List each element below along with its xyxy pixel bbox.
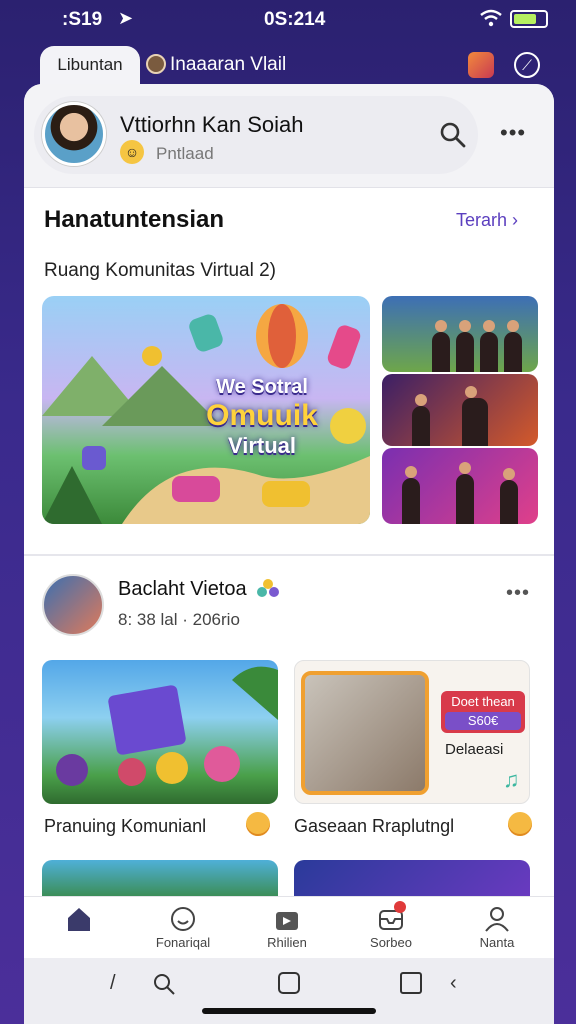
person-figure [504,320,522,372]
home-square-icon[interactable] [278,972,300,994]
back-chevron-icon[interactable]: ‹ [450,972,457,995]
profile-header: Vttiorhn Kan Soiah ☺ Pntlaad ••• [24,84,554,188]
price-badge: Doet thean S60€ [441,691,525,733]
emoji-face-icon[interactable] [246,812,270,836]
post-avatar[interactable] [42,574,104,636]
section-title: Hanatuntensian [44,206,225,233]
card-1-label: Pranuing Komunianl [44,816,207,836]
smile-emoji-icon: ☺ [120,140,144,164]
thumbnail-2[interactable] [382,374,538,446]
profile-avatar[interactable] [42,102,106,166]
tab-media[interactable]: Rhilien [242,905,332,950]
bottom-tab-bar: Fonariqal Rhilien Sorbeo Nanta [24,896,554,958]
post-author-name[interactable]: Baclaht Vietoa [118,578,247,601]
tab-media-label: Rhilien [267,935,307,950]
notification-badge [394,901,406,913]
status-time: 0S:214 [264,9,326,30]
hero-title-line-2: Omuuik [206,399,318,432]
tab-friends[interactable]: Fonariqal [138,905,228,950]
badge-line-2: S60€ [445,712,521,730]
person-figure [500,468,518,524]
search-icon[interactable] [152,972,176,996]
post-more-icon[interactable]: ••• [506,582,530,605]
hero-title: We Sotral Omuuik Virtual [182,376,342,459]
system-nav-bar: / ‹ [24,958,554,1024]
thumbnail-3[interactable] [382,448,538,524]
wifi-icon [480,9,502,27]
flower-icon [257,579,279,597]
tab-profile-label: Nanta [479,935,515,950]
emoji-face-icon[interactable] [508,812,532,836]
status-left-text: :S19 [62,9,103,30]
smile-icon [171,907,195,931]
section-divider [24,554,554,556]
recents-icon[interactable] [400,972,422,994]
home-icon [68,908,90,931]
search-icon[interactable] [438,120,468,150]
person-figure [480,320,498,372]
top-avatar[interactable] [146,54,166,74]
thumbnail-1[interactable] [382,296,538,372]
compass-icon[interactable]: ⟋ [514,52,540,78]
section-subtitle: Ruang Komunitas Virtual 2) [44,260,276,281]
person-figure [462,386,488,446]
tab-friends-label: Fonariqal [155,935,211,950]
tab-notifications[interactable]: Sorbeo [346,901,436,950]
card-illustration [56,666,278,786]
more-options-icon[interactable]: ••• [500,120,526,146]
home-indicator[interactable] [202,1008,376,1014]
back-slash-icon[interactable]: / [110,972,116,995]
card-text: Delaeasi [445,741,504,758]
user-icon [485,907,509,932]
location-arrow-icon: ➤ [118,8,134,28]
music-note-icon: ♫ [503,767,520,792]
profile-subtitle: Pntlaad [156,144,214,163]
person-figure [432,320,450,372]
media-card-4[interactable] [294,860,530,900]
person-figure [412,394,430,446]
card-photo [301,671,429,795]
media-card-3[interactable] [42,860,278,900]
badge-line-1: Doet thean [451,694,515,709]
top-tab[interactable]: Libuntan [40,46,140,86]
hero-title-line-1: We Sotral [216,376,308,398]
person-figure [456,320,474,372]
profile-name: Vttiorhn Kan Soiah [120,112,304,137]
media-card-2[interactable]: Doet thean S60€ Delaeasi ♫ [294,660,530,804]
post-meta: 8: 38 lal · 206rio [118,610,240,629]
hero-title-line-3: Virtual [227,433,297,458]
card-2-label: Gaseaan Rraplutngl [294,816,455,836]
status-bar: :S19 ➤ 0S:214 [0,0,576,40]
top-title: Inaaaran Vlail [170,54,287,75]
hero-banner[interactable]: We Sotral Omuuik Virtual [42,296,370,524]
see-all-link[interactable]: Terarh › [456,210,518,231]
media-card-1[interactable] [42,660,278,804]
main-sheet: Vttiorhn Kan Soiah ☺ Pntlaad ••• Hanatun… [24,84,554,1024]
battery-icon [510,10,548,28]
clapper-icon [276,912,298,930]
tab-profile[interactable]: Nanta [452,905,542,950]
person-figure [402,466,420,524]
person-figure [456,462,474,524]
tab-notifications-label: Sorbeo [370,935,412,950]
app-icon[interactable] [468,52,494,78]
tab-home[interactable] [34,905,124,935]
